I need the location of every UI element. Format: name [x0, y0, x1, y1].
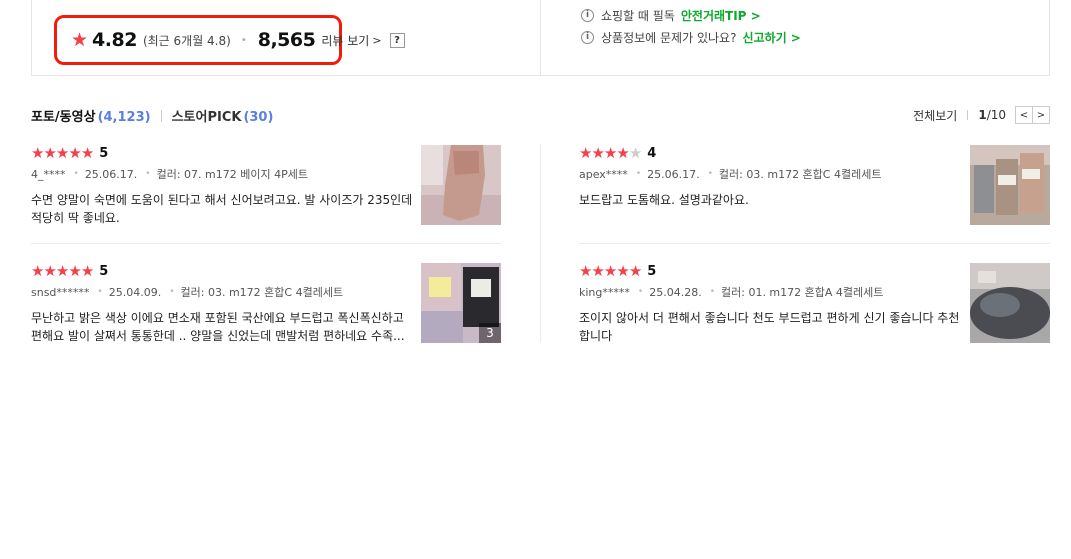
info-icon: i: [581, 8, 594, 22]
info-text: 쇼핑할 때 필독: [601, 8, 675, 23]
average-rating: 4.82: [92, 29, 137, 51]
review-view-label: 리뷰 보기: [321, 33, 370, 48]
next-page-button[interactable]: >: [1032, 106, 1050, 124]
review-count: 8,565: [257, 29, 316, 51]
star-rating: ★ ★ ★ ★ ★ 5: [31, 263, 108, 279]
star-filled-icon: ★: [55, 143, 70, 162]
info-icon: i: [581, 30, 594, 44]
star-empty-icon: ★: [628, 143, 643, 162]
separator-dot: •: [240, 34, 247, 46]
star-filled-icon: ★: [579, 261, 593, 280]
star-filled-icon: ★: [603, 261, 618, 280]
page-indicator: 1/10: [978, 108, 1006, 122]
review-text: 조이지 않아서 더 편해서 좋습니다 천도 부드럽고 편하게 신기 좋습니다 추…: [579, 311, 960, 343]
star-filled-icon: ★: [55, 261, 70, 280]
star-rating: ★ ★ ★ ★ ★ 4: [579, 145, 656, 161]
star-rating: ★ ★ ★ ★ ★ 5: [579, 263, 656, 279]
safe-trade-tip-link[interactable]: 안전거래TIP >: [681, 7, 761, 24]
star-filled-icon: ★: [616, 261, 630, 280]
star-filled-icon: ★: [603, 143, 618, 162]
summary-divider: [540, 0, 541, 75]
star-filled-icon: ★: [43, 143, 57, 162]
tab-photo-video[interactable]: 포토/동영상 (4,123): [31, 106, 151, 125]
review-text: 무난하고 밝은 색상 이에요 면소재 포함된 국산에요 부드럽고 폭신폭신하고 …: [31, 311, 405, 343]
review-option: 컬러: 03. m172 혼합C 4켤레세트: [180, 286, 344, 299]
row-divider: [579, 243, 1050, 244]
reviewer-id: 4_****: [31, 167, 66, 181]
review-meta: snsd****** • 25.04.09. • 컬러: 03. m172 혼합…: [31, 285, 344, 300]
star-filled-icon: ★: [68, 261, 82, 280]
reviewer-id: apex****: [579, 167, 628, 181]
review-text: 보드랍고 도톰해요. 설명과같아요.: [579, 193, 749, 207]
review-score: 5: [99, 145, 109, 161]
review-score: 4: [647, 145, 657, 161]
row-divider: [31, 243, 501, 244]
rating-summary: ★ 4.82 (최근 6개월 4.8) • 8,565 리뷰 보기 > ? i …: [31, 0, 1050, 76]
review-item[interactable]: ★ ★ ★ ★ ★ 5 king***** • 25.04.28. • 컬러: 01. m…: [579, 263, 1050, 345]
star-filled-icon: ★: [31, 261, 45, 280]
review-photo[interactable]: [970, 263, 1050, 343]
star-filled-icon: ★: [31, 143, 45, 162]
pager-divider: [967, 110, 969, 120]
review-photo[interactable]: 3: [421, 263, 501, 343]
star-filled-icon: ★: [628, 261, 643, 280]
review-date: 25.06.17.: [84, 167, 138, 181]
review-option: 컬러: 03. m172 혼합C 4켤레세트: [718, 168, 882, 181]
tab-count: (4,123): [97, 110, 151, 125]
star-filled-icon: ★: [80, 261, 95, 280]
review-meta: apex**** • 25.06.17. • 컬러: 03. m172 혼합C …: [579, 167, 882, 182]
review-item[interactable]: ★ ★ ★ ★ ★ 5 4_**** • 25.06.17. • 컬러: 07. m172…: [31, 145, 501, 227]
star-rating: ★ ★ ★ ★ ★ 5: [31, 145, 108, 161]
star-filled-icon: ★: [80, 143, 95, 162]
view-all-link[interactable]: 전체보기: [913, 107, 957, 124]
tab-count: (30): [243, 110, 274, 125]
review-meta: 4_**** • 25.06.17. • 컬러: 07. m172 베이지 4P…: [31, 167, 308, 182]
review-score: 5: [99, 263, 109, 279]
info-line-report: i 상품정보에 문제가 있나요? 신고하기 >: [581, 28, 801, 46]
review-photo[interactable]: [421, 145, 501, 225]
pager: 전체보기 1/10 < >: [913, 106, 1050, 124]
chevron-right-icon: >: [372, 33, 382, 47]
info-line-safety: i 쇼핑할 때 필독 안전거래TIP >: [581, 6, 761, 24]
prev-page-button[interactable]: <: [1015, 106, 1033, 124]
recent-rating: (최근 6개월 4.8): [142, 33, 231, 48]
star-filled-icon: ★: [43, 261, 57, 280]
review-photo[interactable]: [970, 145, 1050, 225]
review-date: 25.04.09.: [108, 285, 162, 299]
star-filled-icon: ★: [68, 143, 82, 162]
star-filled-icon: ★: [591, 261, 605, 280]
review-meta: king***** • 25.04.28. • 컬러: 01. m172 혼합A…: [579, 285, 884, 300]
photo-count-badge: 3: [479, 323, 501, 343]
review-item[interactable]: ★ ★ ★ ★ ★ 4 apex**** • 25.06.17. • 컬러: 03. m1…: [579, 145, 1050, 227]
review-score: 5: [647, 263, 657, 279]
review-date: 25.04.28.: [649, 285, 702, 299]
tab-divider: [160, 109, 162, 122]
review-option: 컬러: 01. m172 혼합A 4켤레세트: [721, 286, 884, 299]
star-filled-icon: ★: [591, 143, 605, 162]
review-tabs: 포토/동영상 (4,123) 스토어PICK (30): [31, 106, 273, 125]
review-view-link[interactable]: 리뷰 보기 >: [321, 32, 381, 49]
info-text: 상품정보에 문제가 있나요?: [601, 30, 737, 45]
star-icon: ★: [71, 28, 89, 51]
column-divider: [540, 144, 541, 342]
review-option: 컬러: 07. m172 베이지 4P세트: [156, 168, 308, 181]
tab-store-pick[interactable]: 스토어PICK (30): [172, 106, 274, 125]
star-filled-icon: ★: [579, 143, 593, 162]
review-date: 25.06.17.: [647, 167, 700, 181]
review-item[interactable]: ★ ★ ★ ★ ★ 5 snsd****** • 25.04.09. • 컬러: 03. …: [31, 263, 501, 345]
help-button[interactable]: ?: [389, 32, 405, 48]
review-text: 수면 양말이 숙면에 도움이 된다고 해서 신어보려고요. 발 사이즈가 235…: [31, 193, 413, 225]
reviewer-id: snsd******: [31, 285, 90, 299]
rating-row: ★ 4.82 (최근 6개월 4.8) • 8,565 리뷰 보기 > ?: [71, 28, 405, 52]
star-filled-icon: ★: [616, 143, 630, 162]
report-link[interactable]: 신고하기 >: [742, 29, 800, 46]
reviewer-id: king*****: [579, 285, 630, 299]
